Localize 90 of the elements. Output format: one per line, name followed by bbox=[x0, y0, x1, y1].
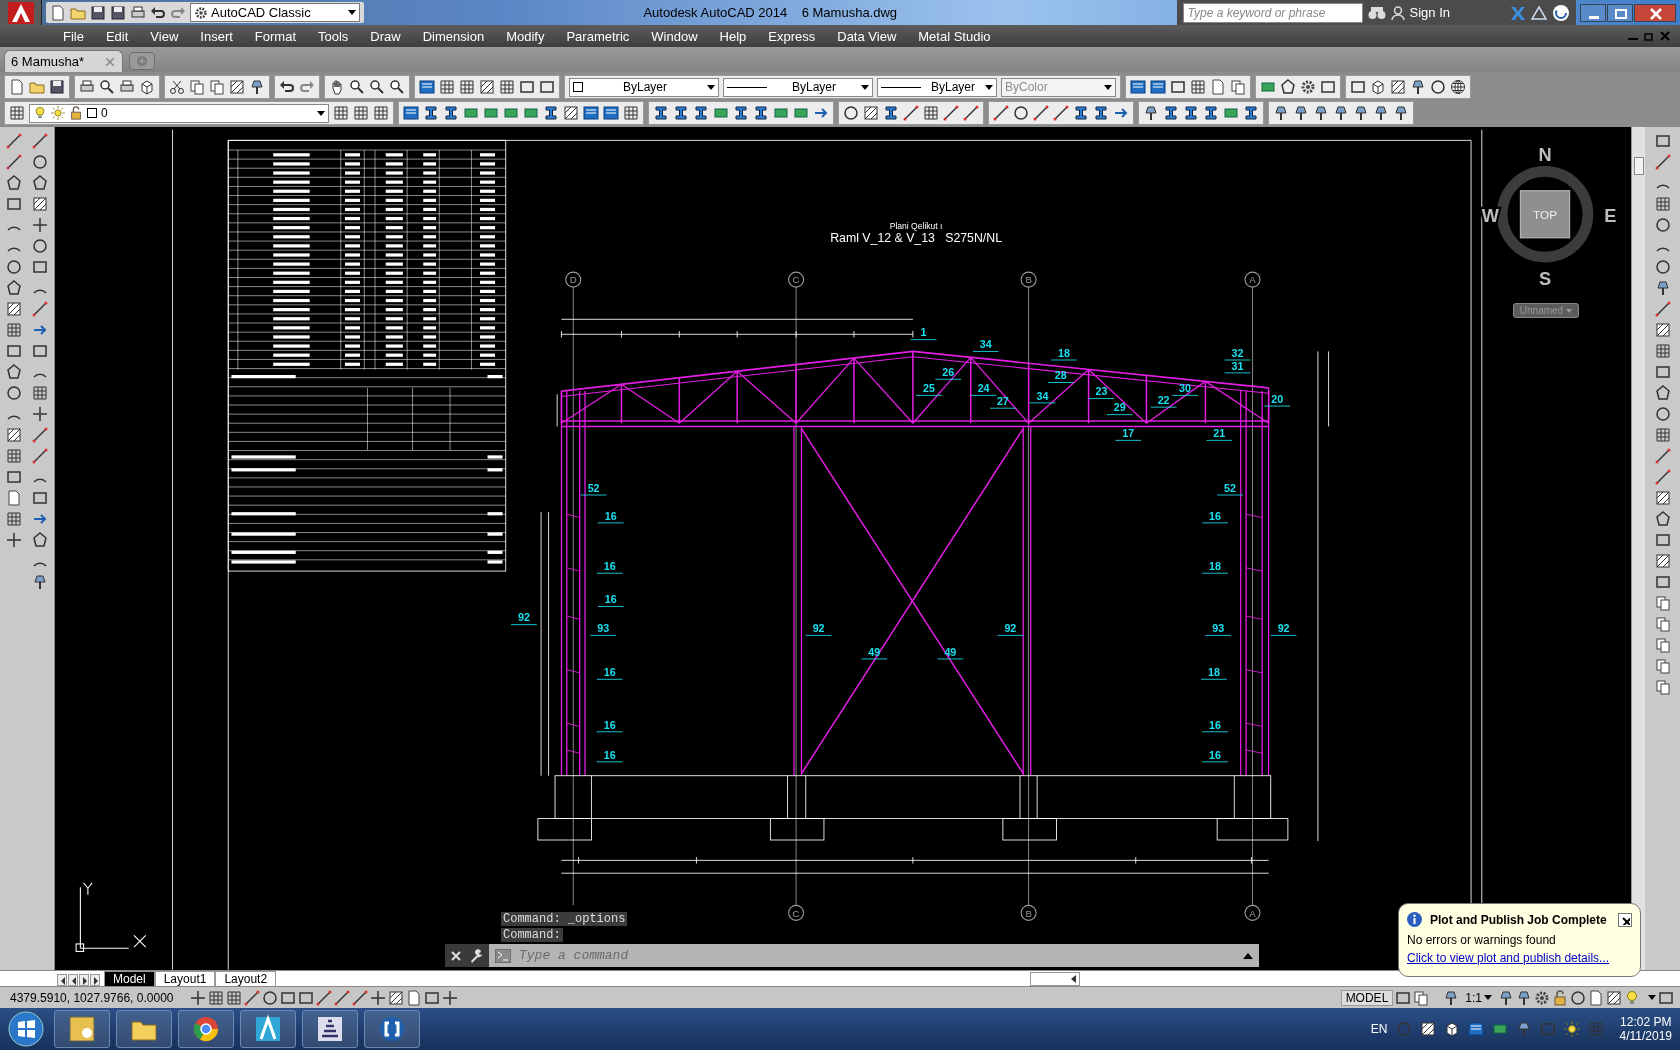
search-field[interactable]: Type a keyword or phrase bbox=[1182, 2, 1363, 23]
layout-tab[interactable]: Layout1 bbox=[154, 971, 216, 986]
grid-bubble: A bbox=[1244, 271, 1261, 288]
member-label: 21 bbox=[1213, 427, 1226, 440]
member-label: 16 bbox=[1209, 748, 1221, 761]
member-label: 23 bbox=[1095, 385, 1108, 398]
layer-dropdown[interactable]: 0 bbox=[29, 103, 329, 123]
member-label: 49 bbox=[944, 645, 957, 658]
drawing-title: Raml V_12 & V_13 S275N/NL bbox=[830, 231, 1002, 246]
command-field[interactable]: Type a command bbox=[517, 945, 1237, 966]
member-label: 16 bbox=[603, 718, 616, 731]
member-label: 22 bbox=[1157, 393, 1170, 406]
member-label: 18 bbox=[1058, 346, 1070, 359]
member-label: 1 bbox=[920, 326, 927, 339]
grid-bubble: B bbox=[1020, 904, 1037, 921]
menu-item[interactable]: Tools bbox=[307, 28, 360, 44]
grid-bubble: C bbox=[788, 271, 805, 288]
member-label: 28 bbox=[1054, 369, 1067, 382]
member-label: 31 bbox=[1231, 359, 1244, 372]
member-label: 30 bbox=[1179, 382, 1191, 395]
member-label: 25 bbox=[923, 382, 935, 395]
member-label: 17 bbox=[1122, 427, 1135, 440]
menu-item[interactable]: Edit bbox=[94, 28, 140, 44]
member-label: 92 bbox=[518, 611, 530, 624]
member-label: 26 bbox=[942, 366, 955, 379]
menu-item[interactable]: View bbox=[139, 28, 190, 44]
compass-label: E bbox=[1604, 205, 1617, 226]
command-line-field[interactable]: Type a command bbox=[445, 944, 1259, 967]
lineweight-dropdown[interactable]: ByLayer bbox=[877, 77, 997, 97]
document-tab[interactable]: 6 Mamusha* bbox=[4, 50, 123, 72]
member-label: 16 bbox=[603, 560, 616, 572]
coordinates-readout: 4379.5910, 1027.9766, 0.0000 bbox=[10, 990, 175, 1005]
taskbar-clock[interactable]: 12:02 PM 4/11/2019 bbox=[1611, 1015, 1680, 1043]
grid-bubble: A bbox=[1244, 904, 1261, 921]
menu-item[interactable]: Insert bbox=[189, 28, 244, 44]
drawing-subtitle: Plani Qelikut ı bbox=[889, 221, 943, 232]
window-title: Autodesk AutoCAD 2014 6 Mamusha.dwg bbox=[642, 5, 899, 20]
menu-item[interactable]: Window bbox=[640, 28, 709, 44]
layout-tab[interactable]: Model bbox=[104, 971, 155, 986]
member-label: 16 bbox=[1209, 718, 1221, 731]
menu-item[interactable]: File bbox=[52, 28, 95, 44]
member-label: 52 bbox=[587, 481, 600, 494]
member-label: 18 bbox=[1208, 666, 1220, 679]
member-label: 16 bbox=[604, 593, 617, 606]
member-label: 49 bbox=[868, 645, 881, 658]
member-label: 29 bbox=[1113, 401, 1126, 414]
menu-item[interactable]: Parametric bbox=[555, 28, 641, 44]
member-label: 32 bbox=[1231, 346, 1244, 359]
sign-in-button[interactable]: Sign In bbox=[1409, 5, 1450, 20]
member-label: 93 bbox=[597, 622, 610, 635]
view-cube-label: TOP bbox=[1533, 207, 1557, 221]
member-label: 16 bbox=[603, 748, 616, 761]
member-label: 20 bbox=[1271, 392, 1284, 405]
member-label: 93 bbox=[1212, 622, 1225, 635]
language-indicator[interactable]: EN bbox=[1370, 1022, 1388, 1036]
grid-bubble: D bbox=[565, 271, 582, 288]
member-label: 92 bbox=[812, 622, 825, 635]
details-link[interactable]: Click to view plot and publish details... bbox=[1407, 951, 1610, 965]
color-dropdown[interactable]: ByLayer bbox=[569, 77, 719, 97]
member-label: 27 bbox=[996, 395, 1009, 407]
compass-label: S bbox=[1538, 269, 1552, 289]
member-label: 18 bbox=[1209, 560, 1221, 572]
member-label: 16 bbox=[604, 509, 617, 522]
member-label: 34 bbox=[1036, 389, 1049, 402]
member-label: 52 bbox=[1224, 481, 1236, 494]
linetype-dropdown[interactable]: ByLayer bbox=[723, 77, 873, 97]
workspace-dropdown[interactable]: AutoCAD Classic bbox=[190, 3, 360, 22]
annotation-scale-button[interactable]: 1:1 bbox=[1461, 990, 1496, 1005]
grid-bubble: C bbox=[788, 904, 805, 921]
member-label: 34 bbox=[979, 338, 992, 351]
notification-message: No errors or warnings found bbox=[1407, 933, 1557, 947]
menu-item[interactable]: Help bbox=[708, 28, 758, 44]
member-label: 24 bbox=[977, 382, 990, 395]
model-space-button[interactable]: MODEL bbox=[1340, 989, 1394, 1006]
compass-label: W bbox=[1481, 205, 1499, 226]
notification-title: Plot and Publish Job Complete bbox=[1430, 912, 1608, 927]
menu-item[interactable]: Data View bbox=[826, 28, 908, 44]
menu-item[interactable]: Draw bbox=[359, 28, 412, 44]
member-label: 92 bbox=[1004, 622, 1017, 635]
grid-bubble: B bbox=[1020, 271, 1037, 288]
compass-label: N bbox=[1538, 144, 1552, 165]
menu-item[interactable]: Format bbox=[243, 28, 307, 44]
menu-item[interactable]: Dimension bbox=[411, 28, 496, 44]
menu-item[interactable]: Metal Studio bbox=[907, 28, 1002, 44]
layout-tab[interactable]: Layout2 bbox=[215, 971, 277, 986]
member-label: 92 bbox=[1277, 622, 1290, 635]
member-label: 16 bbox=[603, 666, 616, 679]
menu-item[interactable]: Modify bbox=[495, 28, 556, 44]
member-label: 16 bbox=[1209, 509, 1221, 522]
menu-item[interactable]: Express bbox=[757, 28, 827, 44]
